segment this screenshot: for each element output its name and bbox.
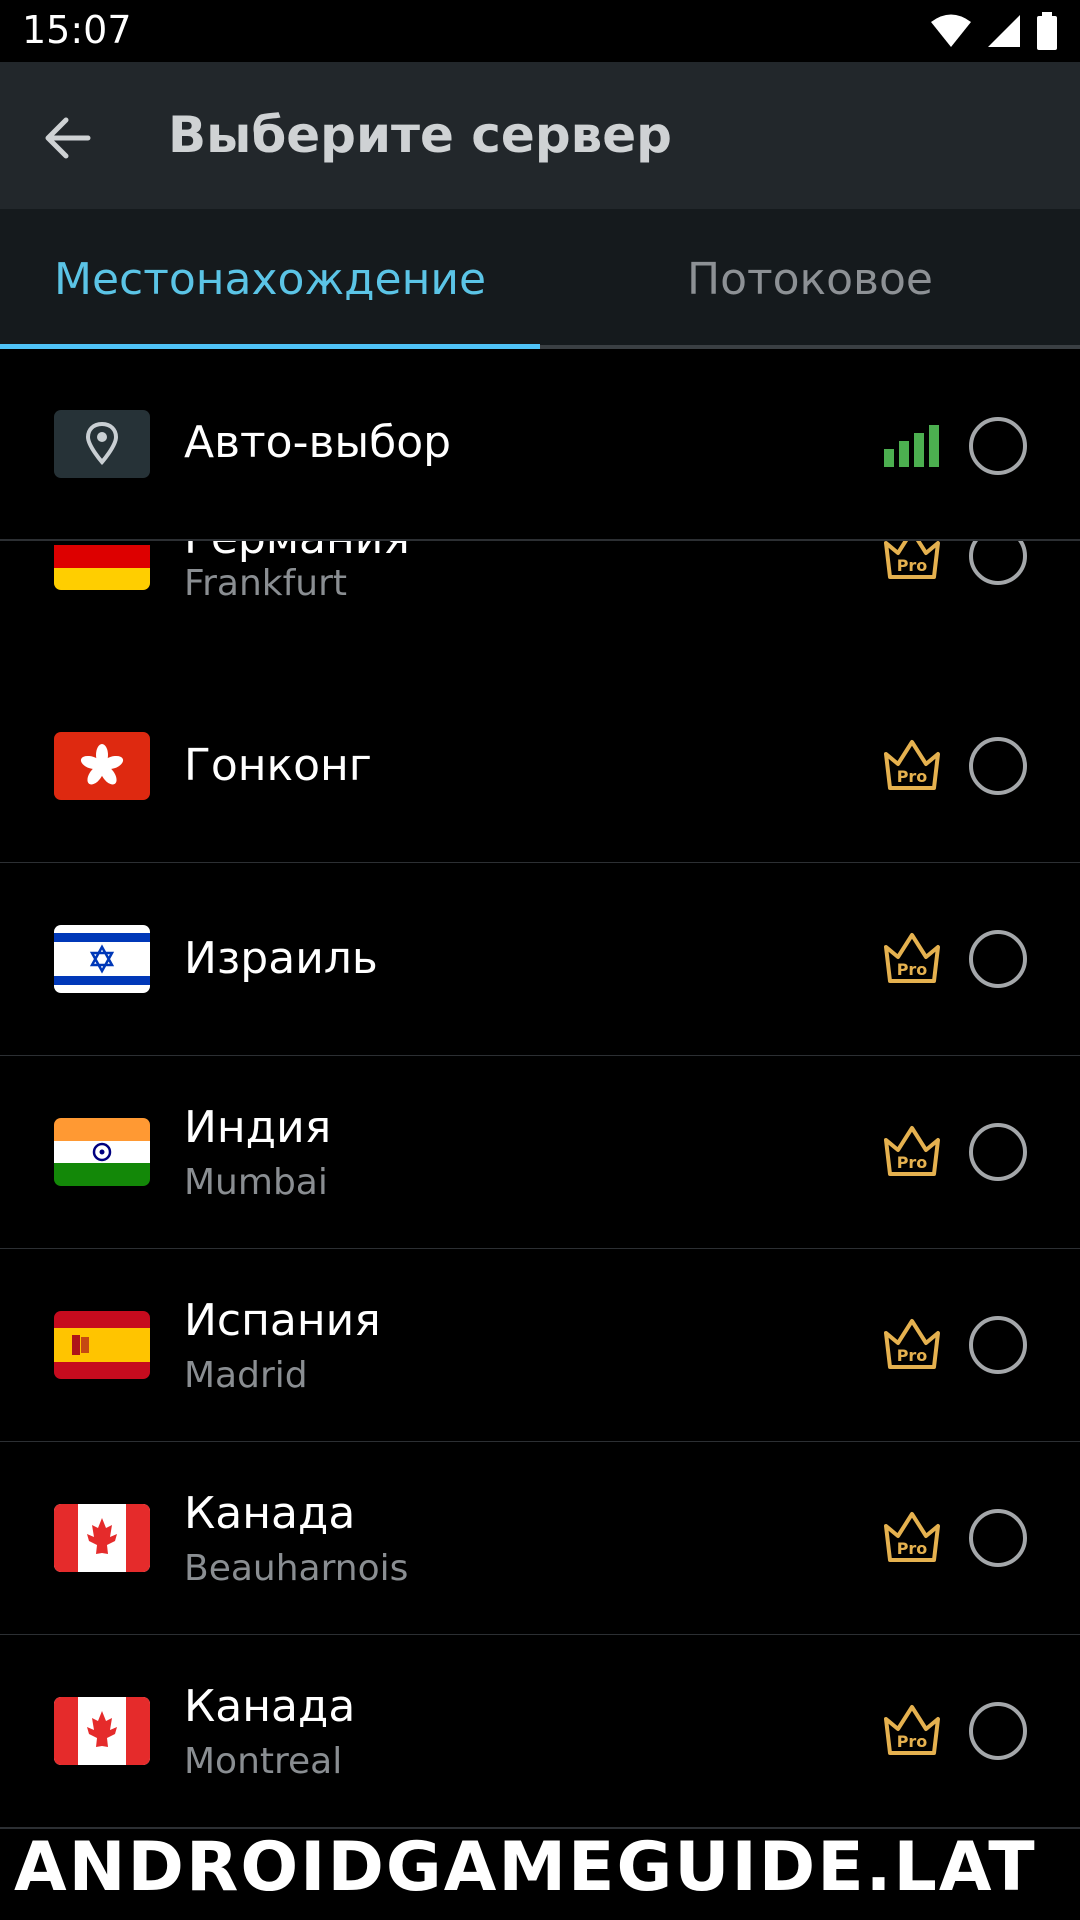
- battery-icon: [1037, 12, 1057, 50]
- canada-flag: [54, 1504, 150, 1572]
- server-city: Montreal: [184, 1741, 343, 1782]
- pro-badge-text: Pro: [897, 1153, 928, 1172]
- server-country: Канада: [184, 1681, 356, 1732]
- server-country: Гонконг: [184, 740, 372, 791]
- server-radio[interactable]: [969, 1123, 1027, 1181]
- server-row-india[interactable]: Индия Mumbai Pro: [0, 1056, 1080, 1250]
- signal-bars-icon: [884, 425, 939, 467]
- server-country: Канада: [184, 1488, 356, 1539]
- server-radio[interactable]: [969, 737, 1027, 795]
- canada-flag: [54, 1697, 150, 1765]
- pro-badge-text: Pro: [897, 1346, 928, 1365]
- server-list[interactable]: Германия Frankfurt Pro Авто-выбор: [0, 349, 1080, 1920]
- wifi-icon: [931, 14, 971, 47]
- server-radio[interactable]: [969, 1702, 1027, 1760]
- server-radio[interactable]: [969, 1509, 1027, 1567]
- pro-badge-text: Pro: [897, 767, 928, 786]
- tab-streaming[interactable]: Потоковое: [540, 209, 1080, 349]
- server-city: Beauharnois: [184, 1548, 409, 1589]
- auto-select-radio[interactable]: [969, 417, 1027, 475]
- cell-signal-icon: [988, 15, 1020, 47]
- page-title: Выберите сервер: [168, 106, 672, 164]
- server-row-germany[interactable]: Германия Frankfurt Pro: [0, 513, 1080, 672]
- server-row-israel[interactable]: Израиль Pro: [0, 863, 1080, 1057]
- server-city: Frankfurt: [184, 563, 348, 604]
- status-icons: [930, 12, 1058, 50]
- israel-flag: [54, 925, 150, 993]
- pro-crown-icon: Pro: [884, 1319, 940, 1369]
- server-country: Испания: [184, 1295, 381, 1346]
- server-city: Madrid: [184, 1355, 308, 1396]
- server-row-canada-montreal[interactable]: Канада Montreal Pro: [0, 1635, 1080, 1829]
- pro-crown-icon: Pro: [884, 933, 940, 983]
- pro-badge-text: Pro: [897, 1732, 928, 1751]
- status-time: 15:07: [22, 8, 132, 52]
- watermark: ANDROIDGAMEGUIDE.LAT: [14, 1828, 1037, 1907]
- pro-crown-icon: Pro: [884, 1126, 940, 1176]
- tab-location[interactable]: Местонахождение: [0, 209, 540, 349]
- pro-badge-text: Pro: [897, 1539, 928, 1558]
- arrow-back-icon[interactable]: [40, 110, 96, 166]
- hong-kong-flag: [54, 732, 150, 800]
- pro-crown-icon: Pro: [884, 1512, 940, 1562]
- server-city: Mumbai: [184, 1162, 328, 1203]
- auto-select-label: Авто-выбор: [184, 417, 452, 468]
- auto-select-row[interactable]: Авто-выбор: [0, 349, 1080, 541]
- server-row-canada-beauharnois[interactable]: Канада Beauharnois Pro: [0, 1442, 1080, 1636]
- india-flag: [54, 1118, 150, 1186]
- server-country: Индия: [184, 1102, 332, 1153]
- pro-crown-icon: Pro: [884, 1705, 940, 1755]
- spain-flag: [54, 1311, 150, 1379]
- server-radio[interactable]: [969, 1316, 1027, 1374]
- server-radio[interactable]: [969, 930, 1027, 988]
- server-row-hong-kong[interactable]: Гонконг Pro: [0, 670, 1080, 864]
- pro-badge-text: Pro: [897, 556, 928, 575]
- status-bar: 15:07: [0, 0, 1080, 62]
- tab-bar: Местонахождение Потоковое: [0, 209, 1080, 349]
- pro-badge-text: Pro: [897, 960, 928, 979]
- location-pin-icon: [54, 410, 150, 478]
- server-row-spain[interactable]: Испания Madrid Pro: [0, 1249, 1080, 1443]
- server-country: Израиль: [184, 933, 378, 984]
- pro-crown-icon: Pro: [884, 740, 940, 790]
- app-bar: Выберите сервер: [0, 62, 1080, 209]
